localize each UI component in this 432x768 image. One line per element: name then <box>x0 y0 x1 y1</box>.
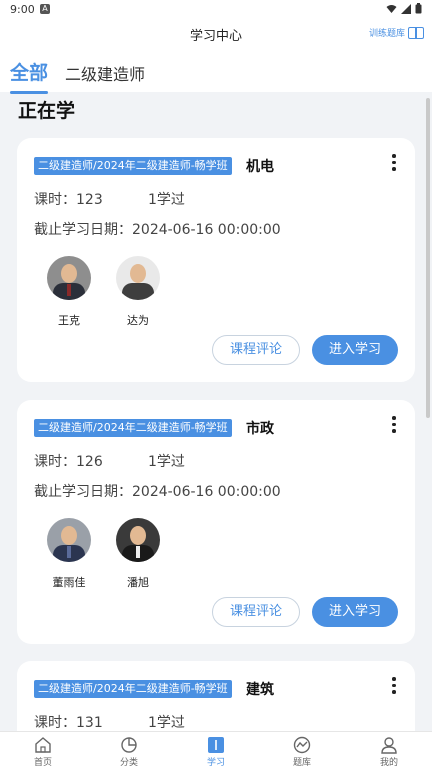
course-subject: 机电 <box>246 159 274 175</box>
teacher-name: 潘旭 <box>127 576 149 589</box>
nav-mine[interactable]: 我的 <box>364 736 414 768</box>
course-hours: 课时：123 1学过 <box>34 189 185 209</box>
scrollbar[interactable] <box>426 98 430 418</box>
nav-study[interactable]: 学习 <box>191 736 241 768</box>
nav-category[interactable]: 分类 <box>104 736 154 768</box>
category-tabs: 全部 二级建造师 <box>0 50 432 94</box>
nav-question-bank[interactable]: 题库 <box>277 736 327 768</box>
book-icon <box>408 26 424 39</box>
teacher-name: 王克 <box>58 314 80 327</box>
nav-label: 学习 <box>206 758 225 768</box>
page-title: 学习中心 <box>189 29 242 44</box>
teacher[interactable]: 潘旭 <box>108 518 168 590</box>
hours-value: 126 <box>76 454 103 470</box>
deadline-value: 2024-06-16 00:00:00 <box>132 484 281 500</box>
wifi-icon <box>386 4 397 13</box>
pie-chart-icon <box>120 736 138 754</box>
course-subject: 建筑 <box>246 682 274 698</box>
status-bar: 9:00 A <box>0 0 432 18</box>
status-time: 9:00 <box>10 3 35 16</box>
hours-label: 课时： <box>34 454 76 470</box>
study-book-icon <box>207 736 225 754</box>
studied-count: 1学过 <box>148 715 185 731</box>
course-deadline: 截止学习日期：2024-06-16 00:00:00 <box>34 219 281 239</box>
user-icon <box>380 736 398 754</box>
course-card[interactable]: 二级建造师/2024年二级建造师-畅学班 市政 课时：126 1学过 截止学习日… <box>17 400 415 644</box>
teacher[interactable]: 董雨佳 <box>39 518 99 590</box>
course-review-button[interactable]: 课程评论 <box>212 335 300 365</box>
deadline-label: 截止学习日期： <box>34 484 132 500</box>
training-bank-label: 训练题库 <box>368 29 405 39</box>
teacher[interactable]: 王克 <box>39 256 99 328</box>
teacher-name: 董雨佳 <box>52 576 86 589</box>
title-bar: 学习中心 训练题库 <box>0 18 432 50</box>
course-category-badge: 二级建造师/2024年二级建造师-畅学班 <box>34 680 232 698</box>
more-options-icon[interactable] <box>391 416 397 433</box>
studied-count: 1学过 <box>148 454 185 470</box>
course-hours: 课时：126 1学过 <box>34 451 185 471</box>
deadline-value: 2024-06-16 00:00:00 <box>132 222 281 238</box>
teacher[interactable]: 达为 <box>108 256 168 328</box>
course-subject: 市政 <box>246 421 274 437</box>
hours-label: 课时： <box>34 192 76 208</box>
enter-study-button[interactable]: 进入学习 <box>312 335 398 365</box>
studied-count: 1学过 <box>148 192 185 208</box>
teacher-avatar <box>47 256 91 300</box>
signal-icon <box>401 3 411 14</box>
course-hours: 课时：131 1学过 <box>34 712 185 732</box>
teacher-avatar <box>116 256 160 300</box>
nav-label: 分类 <box>119 758 138 768</box>
status-icons <box>386 3 422 14</box>
nav-label: 我的 <box>379 758 398 768</box>
teacher-avatar <box>116 518 160 562</box>
tab-all[interactable]: 全部 <box>10 58 49 94</box>
nav-label: 首页 <box>33 758 52 768</box>
nav-label: 题库 <box>292 758 311 768</box>
nav-home[interactable]: 首页 <box>18 736 68 768</box>
app-notification-icon: A <box>40 4 50 14</box>
bottom-navigation: 首页 分类 学习 题库 我的 <box>0 731 432 768</box>
teacher-name: 达为 <box>127 314 149 327</box>
course-deadline: 截止学习日期：2024-06-16 00:00:00 <box>34 481 281 501</box>
hours-value: 131 <box>76 715 103 731</box>
enter-study-button[interactable]: 进入学习 <box>312 597 398 627</box>
tab-second-class-constructor[interactable]: 二级建造师 <box>65 61 145 85</box>
hours-value: 123 <box>76 192 103 208</box>
battery-icon <box>415 3 422 14</box>
course-review-button[interactable]: 课程评论 <box>212 597 300 627</box>
more-options-icon[interactable] <box>391 154 397 171</box>
teacher-avatar <box>47 518 91 562</box>
home-icon <box>34 736 52 754</box>
course-category-badge: 二级建造师/2024年二级建造师-畅学班 <box>34 419 232 437</box>
more-options-icon[interactable] <box>391 677 397 694</box>
course-category-badge: 二级建造师/2024年二级建造师-畅学班 <box>34 157 232 175</box>
section-title: 正在学 <box>18 100 76 122</box>
hours-label: 课时： <box>34 715 76 731</box>
training-bank-button[interactable]: 训练题库 <box>369 26 424 39</box>
course-card[interactable]: 二级建造师/2024年二级建造师-畅学班 机电 课时：123 1学过 截止学习日… <box>17 138 415 382</box>
trend-icon <box>293 736 311 754</box>
deadline-label: 截止学习日期： <box>34 222 132 238</box>
